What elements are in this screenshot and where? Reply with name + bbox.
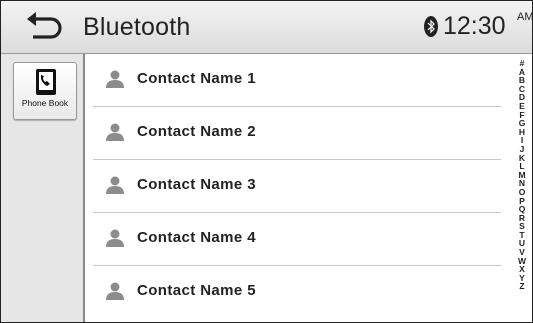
contact-list: Contact Name 1 Contact Name 2 Contact Na… — [93, 54, 501, 322]
bluetooth-screen: Bluetooth 12:30 AM Phone Book Contact Na… — [0, 0, 533, 323]
person-icon — [106, 229, 124, 247]
contact-row[interactable]: Contact Name 5 — [93, 266, 501, 319]
person-icon — [106, 176, 124, 194]
clock-ampm: AM — [517, 11, 533, 23]
back-arrow-icon — [27, 12, 62, 39]
person-icon — [106, 282, 124, 300]
back-button[interactable] — [25, 11, 65, 43]
phone-book-button[interactable]: Phone Book — [13, 62, 77, 120]
contact-row[interactable]: Contact Name 4 — [93, 213, 501, 266]
contact-name: Contact Name 3 — [137, 176, 256, 193]
contact-name: Contact Name 1 — [137, 70, 256, 87]
contact-row[interactable]: Contact Name 1 — [93, 54, 501, 107]
contact-name: Contact Name 2 — [137, 123, 256, 140]
page-title: Bluetooth — [83, 13, 191, 41]
alpha-index-letter[interactable]: Z — [514, 282, 530, 291]
contact-name: Contact Name 5 — [137, 282, 256, 299]
person-icon — [106, 70, 124, 88]
header-bar: Bluetooth 12:30 AM — [1, 1, 532, 54]
contact-row[interactable]: Contact Name 3 — [93, 160, 501, 213]
phone-book-label: Phone Book — [21, 98, 69, 108]
alphabet-index[interactable]: # A B C D E F G H I J K L M N O P Q R S … — [514, 59, 530, 317]
bluetooth-icon — [424, 16, 438, 37]
person-icon — [106, 123, 124, 141]
sidebar: Phone Book — [1, 54, 85, 322]
contact-name: Contact Name 4 — [137, 229, 256, 246]
phone-book-icon — [36, 69, 56, 95]
contact-row[interactable]: Contact Name 2 — [93, 107, 501, 160]
clock-time: 12:30 — [443, 12, 506, 40]
